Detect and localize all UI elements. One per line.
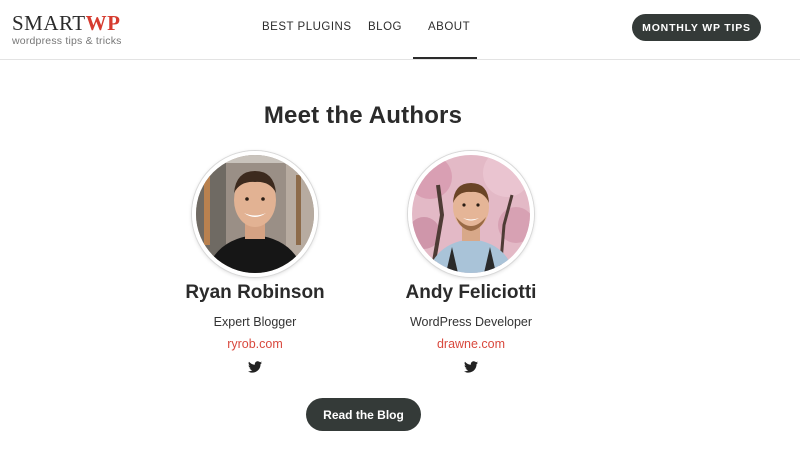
author-role: WordPress Developer — [409, 315, 533, 329]
avatar-photo-ryan — [196, 155, 314, 273]
site-header: SMARTWP wordpress tips & tricks BEST PLU… — [0, 0, 800, 60]
author-website-link[interactable]: drawne.com — [437, 337, 505, 351]
avatar-photo-andy — [412, 155, 530, 273]
monthly-wp-tips-button[interactable]: MONTHLY WP TIPS — [632, 14, 761, 41]
avatar — [408, 151, 534, 277]
author-role: Expert Blogger — [213, 315, 297, 329]
page-title: Meet the Authors — [263, 102, 463, 129]
twitter-icon[interactable] — [248, 361, 262, 373]
author-card: Andy Feliciotti WordPress Developer draw… — [371, 151, 571, 373]
twitter-icon[interactable] — [464, 361, 478, 373]
author-card: Ryan Robinson Expert Blogger ryrob.com — [155, 151, 355, 373]
avatar — [192, 151, 318, 277]
read-the-blog-button[interactable]: Read the Blog — [306, 398, 421, 431]
nav-best-plugins[interactable]: BEST PLUGINS — [262, 21, 352, 33]
nav-active-indicator — [413, 57, 477, 59]
author-website-link[interactable]: ryrob.com — [227, 337, 283, 351]
nav-about[interactable]: ABOUT — [428, 21, 470, 33]
nav-blog[interactable]: BLOG — [368, 21, 402, 33]
author-name: Ryan Robinson — [185, 282, 325, 303]
author-name: Andy Feliciotti — [405, 282, 537, 303]
